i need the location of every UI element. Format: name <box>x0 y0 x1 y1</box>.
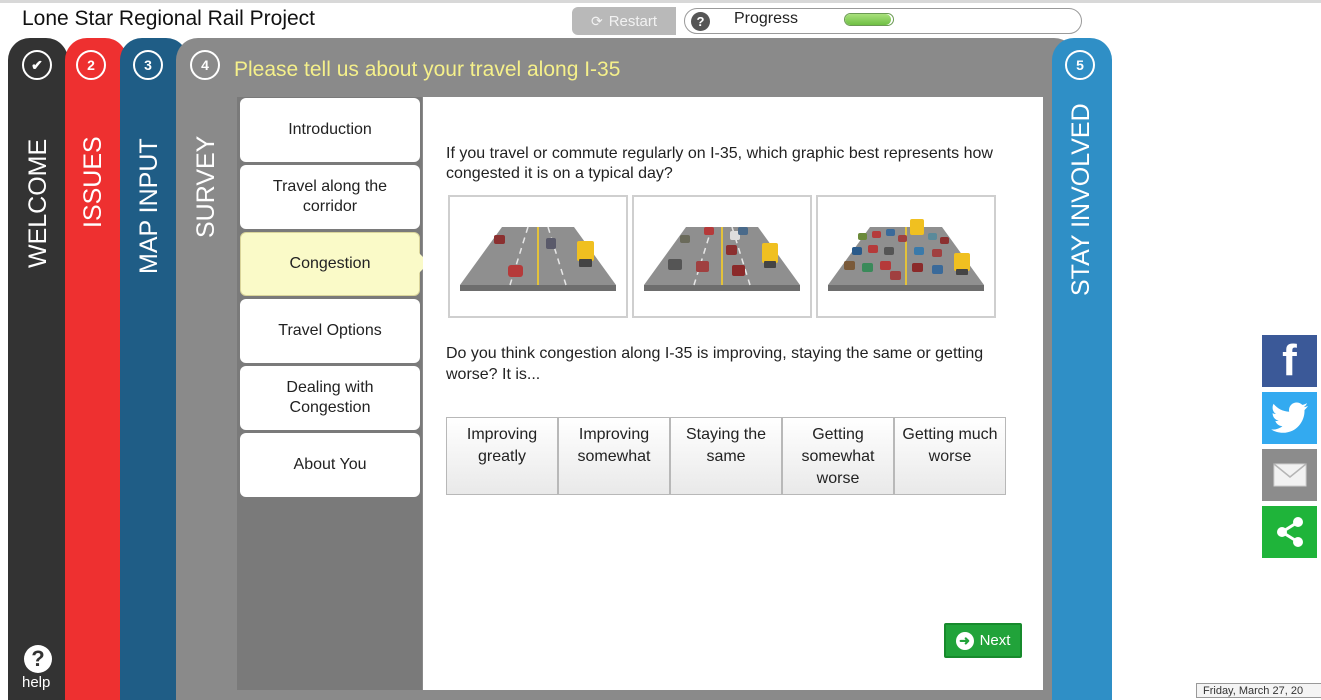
share-button[interactable] <box>1262 506 1317 558</box>
email-share-button[interactable] <box>1262 449 1317 501</box>
share-icon <box>1276 517 1303 547</box>
twitter-icon <box>1270 402 1308 433</box>
tab-map-input-label: MAP INPUT <box>135 138 163 274</box>
next-button[interactable]: ➜ Next <box>944 623 1022 658</box>
progress-fill <box>845 14 892 25</box>
option-getting-somewhat-worse[interactable]: Getting somewhat worse <box>782 417 894 495</box>
tab-stay-involved-label: STAY INVOLVED <box>1067 103 1095 296</box>
nav-item-travel-corridor[interactable]: Travel along the corridor <box>240 165 420 229</box>
nav-item-about-you[interactable]: About You <box>240 433 420 497</box>
light-traffic-graphic[interactable] <box>448 195 628 318</box>
option-improving-somewhat[interactable]: Improving somewhat <box>558 417 670 495</box>
tab-map-input-number: 3 <box>133 50 163 80</box>
option-staying-same[interactable]: Staying the same <box>670 417 782 495</box>
app-title: Lone Star Regional Rail Project <box>22 7 315 30</box>
facebook-share-button[interactable]: f <box>1262 335 1317 387</box>
help-icon[interactable]: ? <box>24 645 52 673</box>
facebook-icon: f <box>1282 336 1297 385</box>
restart-label: Restart <box>608 12 658 30</box>
tab-welcome-label: WELCOME <box>24 138 52 268</box>
tab-survey-number: 4 <box>190 50 220 80</box>
moderate-traffic-graphic[interactable] <box>632 195 812 318</box>
question-icon[interactable]: ? <box>691 12 710 31</box>
option-getting-much-worse[interactable]: Getting much worse <box>894 417 1006 495</box>
progress-bar <box>844 13 894 26</box>
restart-button[interactable]: ⟳ Restart <box>572 7 676 35</box>
help-label[interactable]: help <box>22 674 50 691</box>
date-display: Friday, March 27, 20 <box>1196 683 1321 698</box>
tab-welcome-check-icon: ✔ <box>22 50 52 80</box>
question-panel <box>423 97 1043 690</box>
option-improving-greatly[interactable]: Improving greatly <box>446 417 558 495</box>
arrow-right-icon: ➜ <box>955 631 974 650</box>
question-congestion-trend: Do you think congestion along I-35 is im… <box>446 345 984 383</box>
light-traffic-image <box>460 226 616 291</box>
survey-title: Please tell us about your travel along I… <box>234 58 621 81</box>
email-icon <box>1273 463 1306 487</box>
heavy-traffic-image <box>828 219 984 291</box>
nav-item-congestion[interactable]: Congestion <box>240 232 420 296</box>
tab-survey-label: SURVEY <box>192 135 220 238</box>
tab-issues-number: 2 <box>76 50 106 80</box>
progress-label: Progress <box>734 10 799 27</box>
next-label: Next <box>979 632 1011 649</box>
heavy-traffic-graphic[interactable] <box>816 195 996 318</box>
top-divider <box>0 0 1321 3</box>
nav-item-introduction[interactable]: Introduction <box>240 98 420 162</box>
tab-issues[interactable]: 2 ISSUES <box>65 38 127 700</box>
twitter-share-button[interactable] <box>1262 392 1317 444</box>
tab-welcome[interactable]: ✔ WELCOME <box>8 38 68 700</box>
tab-stay-involved-number: 5 <box>1065 50 1095 80</box>
moderate-traffic-image <box>644 226 800 291</box>
question-congestion-level: If you travel or commute regularly on I-… <box>446 145 993 182</box>
nav-item-dealing-congestion[interactable]: Dealing with Congestion <box>240 366 420 430</box>
nav-item-travel-options[interactable]: Travel Options <box>240 299 420 363</box>
tab-issues-label: ISSUES <box>79 136 107 228</box>
tab-stay-involved[interactable]: 5 STAY INVOLVED <box>1052 38 1112 700</box>
refresh-icon: ⟳ <box>590 12 603 29</box>
